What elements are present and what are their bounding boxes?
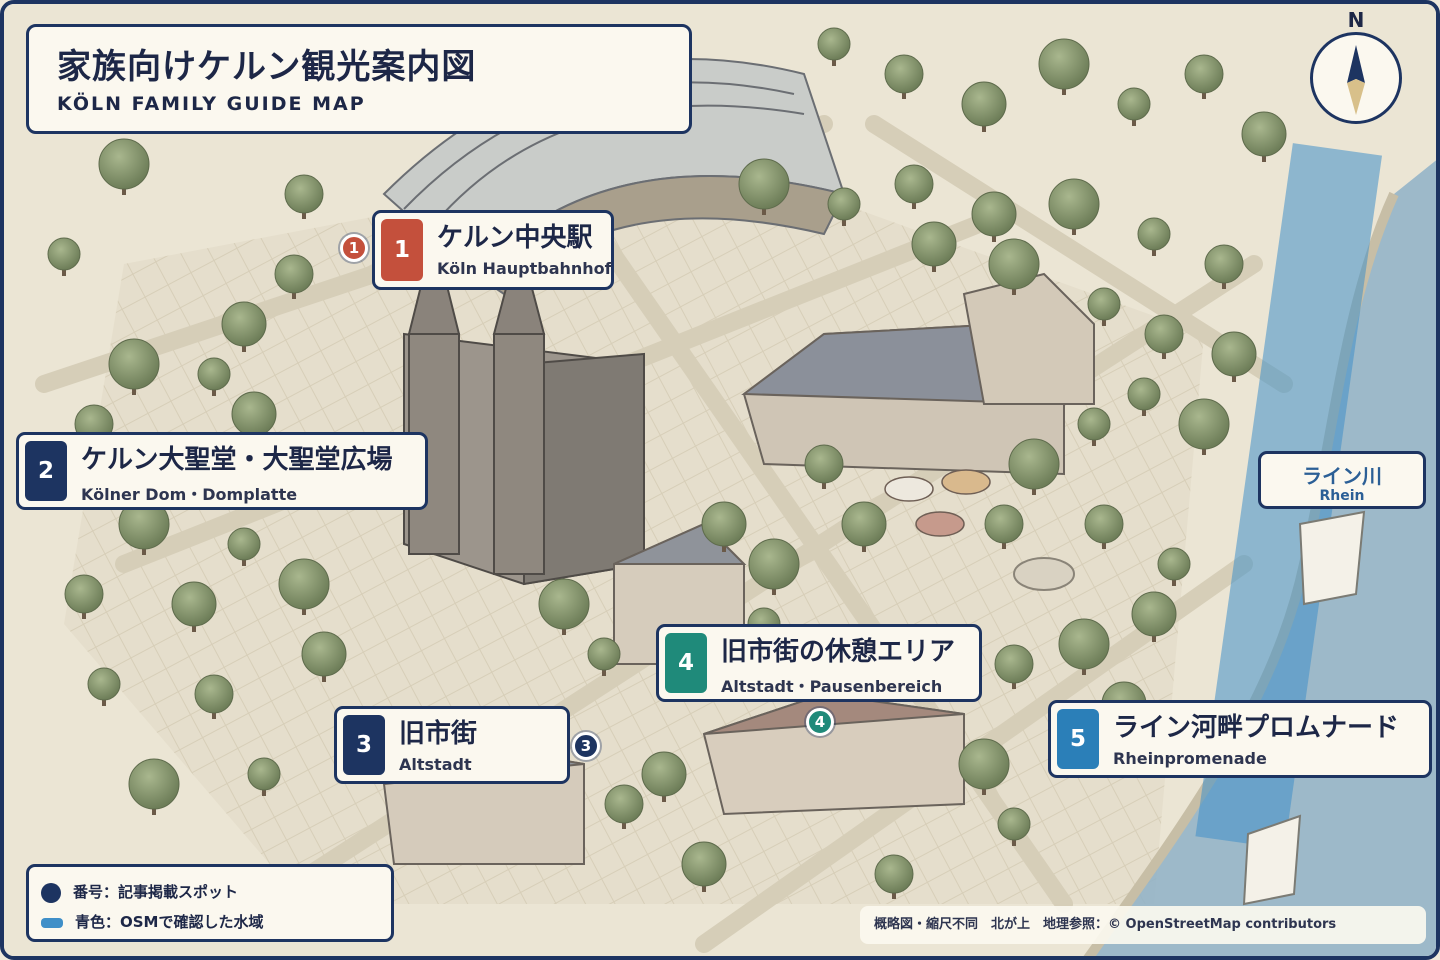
tree-icon — [748, 538, 800, 590]
tree-icon — [874, 854, 914, 894]
spot-title-de-3: Altstadt — [399, 755, 472, 774]
map-title-box: 家族向けケルン観光案内図 KÖLN FAMILY GUIDE MAP — [26, 24, 692, 134]
tree-icon — [1077, 407, 1111, 441]
tree-icon — [1008, 438, 1060, 490]
tree-icon — [604, 784, 644, 824]
tree-icon — [804, 444, 844, 484]
map-frame: 家族向けケルン観光案内図 KÖLN FAMILY GUIDE MAP N 1 ケ… — [0, 0, 1440, 960]
tree-icon — [1084, 504, 1124, 544]
tree-icon — [1241, 111, 1287, 157]
tree-icon — [1184, 54, 1224, 94]
spot-title-jp-5: ライン河畔プロムナード — [1113, 713, 1400, 743]
tree-icon — [231, 391, 277, 437]
spot-card-1[interactable]: 1 ケルン中央駅 Köln Hauptbahnhof — [372, 210, 614, 290]
map-title-de: KÖLN FAMILY GUIDE MAP — [57, 93, 366, 115]
tree-icon — [284, 174, 324, 214]
tree-icon — [1157, 547, 1191, 581]
spot-badge-2: 2 — [25, 441, 67, 501]
tree-icon — [1048, 178, 1100, 230]
spot-badge-1: 1 — [381, 219, 423, 281]
tree-icon — [128, 758, 180, 810]
river-label: ライン川 Rhein — [1258, 451, 1426, 509]
spot-title-de-1: Köln Hauptbahnhof — [437, 259, 612, 278]
map-credit: 概略図・縮尺不同 北が上 地理参照：© OpenStreetMap contri… — [860, 906, 1426, 944]
tree-icon — [738, 158, 790, 210]
tree-icon — [221, 301, 267, 347]
map-title-jp: 家族向けケルン観光案内図 — [57, 47, 477, 87]
river-label-jp: ライン川 — [1302, 464, 1382, 488]
tree-icon — [681, 841, 727, 887]
fountain — [1013, 557, 1075, 591]
map-pin-4[interactable]: 4 — [806, 708, 834, 736]
tree-icon — [984, 504, 1024, 544]
tree-icon — [1178, 398, 1230, 450]
tree-icon — [274, 254, 314, 294]
spot-title-jp-3: 旧市街 — [399, 719, 478, 749]
tree-icon — [997, 807, 1031, 841]
tree-icon — [841, 501, 887, 547]
spot-title-jp-1: ケルン中央駅 — [437, 223, 593, 253]
tree-icon — [47, 237, 81, 271]
tree-icon — [994, 644, 1034, 684]
spot-title-de-2: Kölner Dom・Domplatte — [81, 485, 298, 504]
spot-card-2[interactable]: 2 ケルン大聖堂・大聖堂広場 Kölner Dom・Domplatte — [16, 432, 428, 510]
tree-icon — [538, 578, 590, 630]
spot-badge-3: 3 — [343, 715, 385, 775]
tree-icon — [641, 751, 687, 797]
tree-icon — [98, 138, 150, 190]
compass-icon — [1310, 32, 1402, 124]
legend-row-number: 番号：記事掲載スポット — [41, 881, 238, 903]
spot-card-4[interactable]: 4 旧市街の休憩エリア Altstadt・Pausenbereich — [656, 624, 982, 702]
tree-icon — [958, 738, 1010, 790]
tree-icon — [587, 637, 621, 671]
legend-water-icon — [41, 917, 63, 928]
tree-icon — [197, 357, 231, 391]
tree-icon — [894, 164, 934, 204]
legend-dot-icon — [41, 882, 61, 903]
tree-icon — [827, 187, 861, 221]
spot-title-jp-2: ケルン大聖堂・大聖堂広場 — [81, 445, 393, 475]
tree-icon — [1058, 618, 1110, 670]
tree-icon — [1204, 244, 1244, 284]
tree-icon — [1137, 217, 1171, 251]
tree-icon — [884, 54, 924, 94]
tree-icon — [817, 27, 851, 61]
tree-icon — [911, 221, 957, 267]
spot-badge-5: 5 — [1057, 709, 1099, 769]
tree-icon — [301, 631, 347, 677]
tree-icon — [701, 501, 747, 547]
tree-icon — [64, 574, 104, 614]
tree-icon — [247, 757, 281, 791]
tree-icon — [194, 674, 234, 714]
tree-icon — [171, 581, 217, 627]
river-label-de: Rhein — [1319, 488, 1365, 504]
tree-icon — [1087, 287, 1121, 321]
tree-icon — [1127, 377, 1161, 411]
spot-title-de-4: Altstadt・Pausenbereich — [721, 677, 943, 696]
map-pin-1[interactable]: 1 — [340, 234, 368, 262]
tree-icon — [278, 558, 330, 610]
tree-icon — [971, 191, 1017, 237]
map-pin-3[interactable]: 3 — [572, 732, 600, 760]
tree-icon — [108, 338, 160, 390]
tree-icon — [1038, 38, 1090, 90]
tree-icon — [87, 667, 121, 701]
tree-icon — [988, 238, 1040, 290]
legend-number-label: 番号：記事掲載スポット — [73, 883, 239, 901]
spot-card-5[interactable]: 5 ライン河畔プロムナード Rheinpromenade — [1048, 700, 1432, 778]
tree-icon — [1144, 314, 1184, 354]
tree-icon — [227, 527, 261, 561]
spot-title-jp-4: 旧市街の休憩エリア — [721, 637, 956, 667]
tree-icon — [1117, 87, 1151, 121]
tree-icon — [961, 81, 1007, 127]
tree-icon — [1131, 591, 1177, 637]
compass-north-label: N — [1347, 8, 1365, 32]
tree-icon — [1211, 331, 1257, 377]
spot-title-de-5: Rheinpromenade — [1113, 749, 1267, 768]
legend-water-label: 青色：OSMで確認した水域 — [75, 913, 264, 931]
spot-card-3[interactable]: 3 旧市街 Altstadt — [334, 706, 570, 784]
legend-row-water: 青色：OSMで確認した水域 — [41, 911, 263, 932]
spot-badge-4: 4 — [665, 633, 707, 693]
map-legend: 番号：記事掲載スポット 青色：OSMで確認した水域 — [26, 864, 394, 942]
